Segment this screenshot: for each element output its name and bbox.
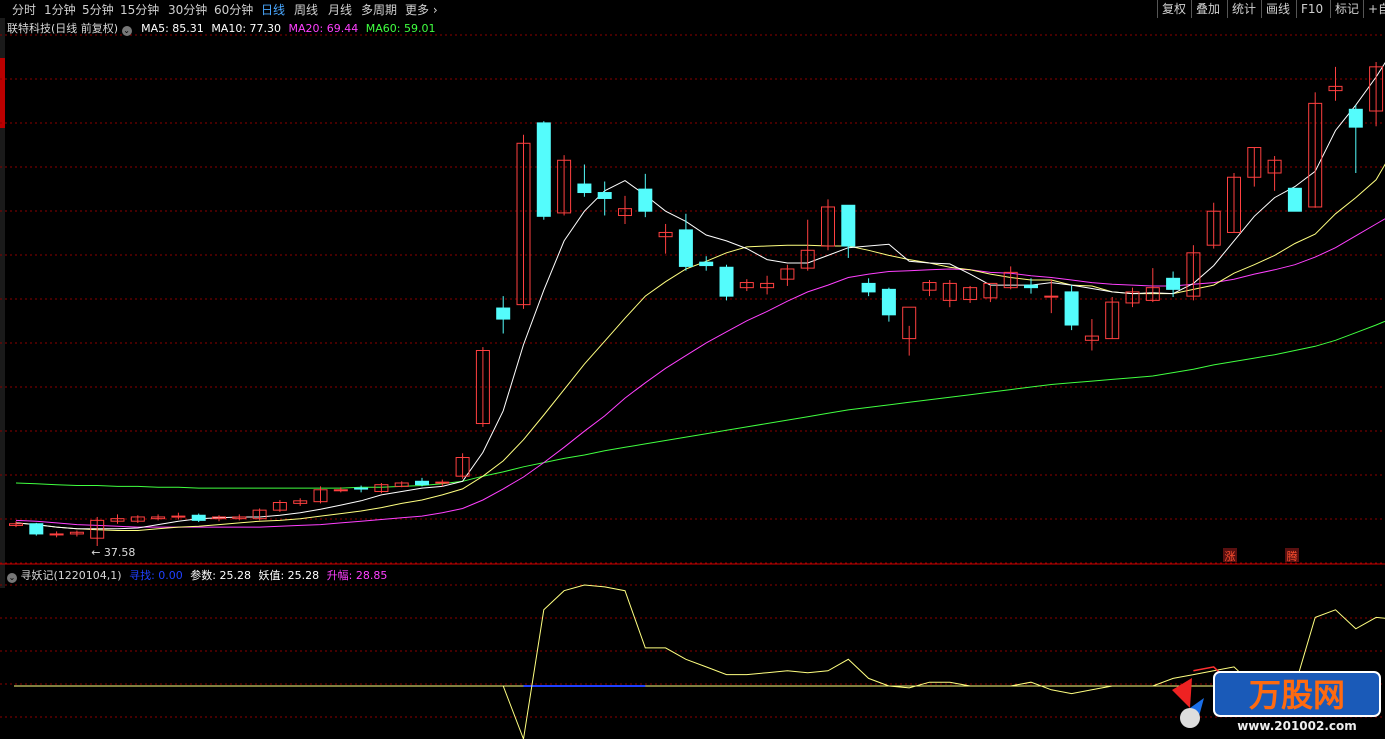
tool-3[interactable]: 画线 bbox=[1261, 0, 1294, 18]
ma10-label: MA10: 77.30 bbox=[211, 22, 282, 35]
stock-title: 联特科技(日线 前复权) bbox=[7, 22, 119, 35]
watermark-brand: 万股网 bbox=[1249, 676, 1345, 714]
logo-arrow-icon bbox=[1172, 678, 1192, 708]
indicator-item-1: 寻找: 0.00 bbox=[129, 569, 183, 582]
tool-5[interactable]: 标记 bbox=[1330, 0, 1363, 18]
candle-body bbox=[699, 261, 714, 267]
main-chart[interactable]: ← 94.57← 37.58涨腾 bbox=[0, 18, 1385, 565]
collapse-icon[interactable]: ⌄ bbox=[7, 573, 17, 583]
timeframe-3[interactable]: 15分钟 bbox=[120, 1, 159, 18]
candle-body bbox=[881, 288, 896, 316]
candle-body bbox=[1044, 295, 1059, 298]
tool-0[interactable]: 复权 bbox=[1157, 0, 1190, 18]
collapse-icon[interactable]: ⌄ bbox=[121, 26, 132, 36]
timeframe-0[interactable]: 分时 bbox=[12, 1, 36, 18]
low-price-label: ← 37.58 bbox=[91, 546, 135, 559]
indicator-legend: ⌄ 寻妖记(1220104,1) 寻找: 0.00 参数: 25.28 妖值: … bbox=[7, 567, 387, 583]
ma60-label: MA60: 59.01 bbox=[365, 22, 436, 35]
candle-body bbox=[496, 307, 511, 320]
candle-body bbox=[1166, 277, 1181, 290]
candle-body bbox=[719, 266, 734, 297]
ma10-line bbox=[15, 163, 1385, 531]
candle-body bbox=[49, 533, 64, 536]
candle-body bbox=[1348, 108, 1363, 128]
indicator-title: 寻妖记(1220104,1) bbox=[20, 569, 122, 582]
timeframe-9[interactable]: 多周期 bbox=[361, 1, 397, 18]
candle-body bbox=[415, 480, 429, 486]
marker-text: 涨 bbox=[1225, 550, 1236, 563]
timeframe-8[interactable]: 月线 bbox=[328, 1, 352, 18]
main-legend: 联特科技(日线 前复权) ⌄ MA5: 85.31 MA10: 77.30 MA… bbox=[7, 20, 435, 36]
timeframe-6[interactable]: 日线 bbox=[261, 1, 285, 18]
candle-body bbox=[597, 192, 612, 199]
marker-text: 腾 bbox=[1287, 549, 1298, 563]
timeframe-1[interactable]: 1分钟 bbox=[44, 1, 76, 18]
ma5-label: MA5: 85.31 bbox=[141, 22, 204, 35]
ma20-line bbox=[15, 218, 1385, 528]
candle-body bbox=[435, 481, 450, 484]
tool-1[interactable]: 叠加 bbox=[1191, 0, 1224, 18]
indicator-item-3: 妖值: 25.28 bbox=[258, 569, 320, 582]
watermark-logo: 万股网 www.201002.com bbox=[1172, 671, 1381, 733]
candle-body bbox=[1064, 291, 1079, 326]
indicator-item-4: 升幅: 28.85 bbox=[326, 569, 388, 582]
candle-body bbox=[1287, 187, 1302, 212]
ma20-label: MA20: 69.44 bbox=[288, 22, 359, 35]
timeframe-10[interactable]: 更多 › bbox=[405, 1, 438, 18]
tool-6[interactable]: +自 bbox=[1363, 0, 1385, 18]
timeframe-4[interactable]: 30分钟 bbox=[168, 1, 207, 18]
candle-body bbox=[678, 229, 693, 267]
candle-body bbox=[577, 183, 592, 194]
candle-body bbox=[354, 487, 369, 490]
timeframe-7[interactable]: 周线 bbox=[294, 1, 318, 18]
tool-4[interactable]: F10 bbox=[1296, 0, 1327, 18]
candle-body bbox=[333, 489, 348, 492]
candle-body bbox=[1024, 284, 1038, 289]
candle-body bbox=[638, 188, 653, 212]
candle-body bbox=[536, 122, 551, 217]
tool-2[interactable]: 统计 bbox=[1227, 0, 1260, 18]
timeframe-5[interactable]: 60分钟 bbox=[214, 1, 253, 18]
candle-body bbox=[29, 523, 44, 535]
watermark-url: www.201002.com bbox=[1237, 719, 1357, 733]
ma60-line bbox=[15, 320, 1385, 489]
timeframe-2[interactable]: 5分钟 bbox=[82, 1, 114, 18]
candle-body bbox=[861, 282, 876, 293]
candle-body bbox=[171, 515, 186, 518]
candle-body bbox=[191, 514, 206, 521]
indicator-item-2: 参数: 25.28 bbox=[190, 569, 251, 582]
candle-body bbox=[841, 204, 856, 247]
timeframe-toolbar: 分时 1分钟 5分钟 15分钟 30分钟 60分钟 日线 周线 月线 多周期 更多 › 复权 叠加 统计画… bbox=[0, 0, 1385, 18]
